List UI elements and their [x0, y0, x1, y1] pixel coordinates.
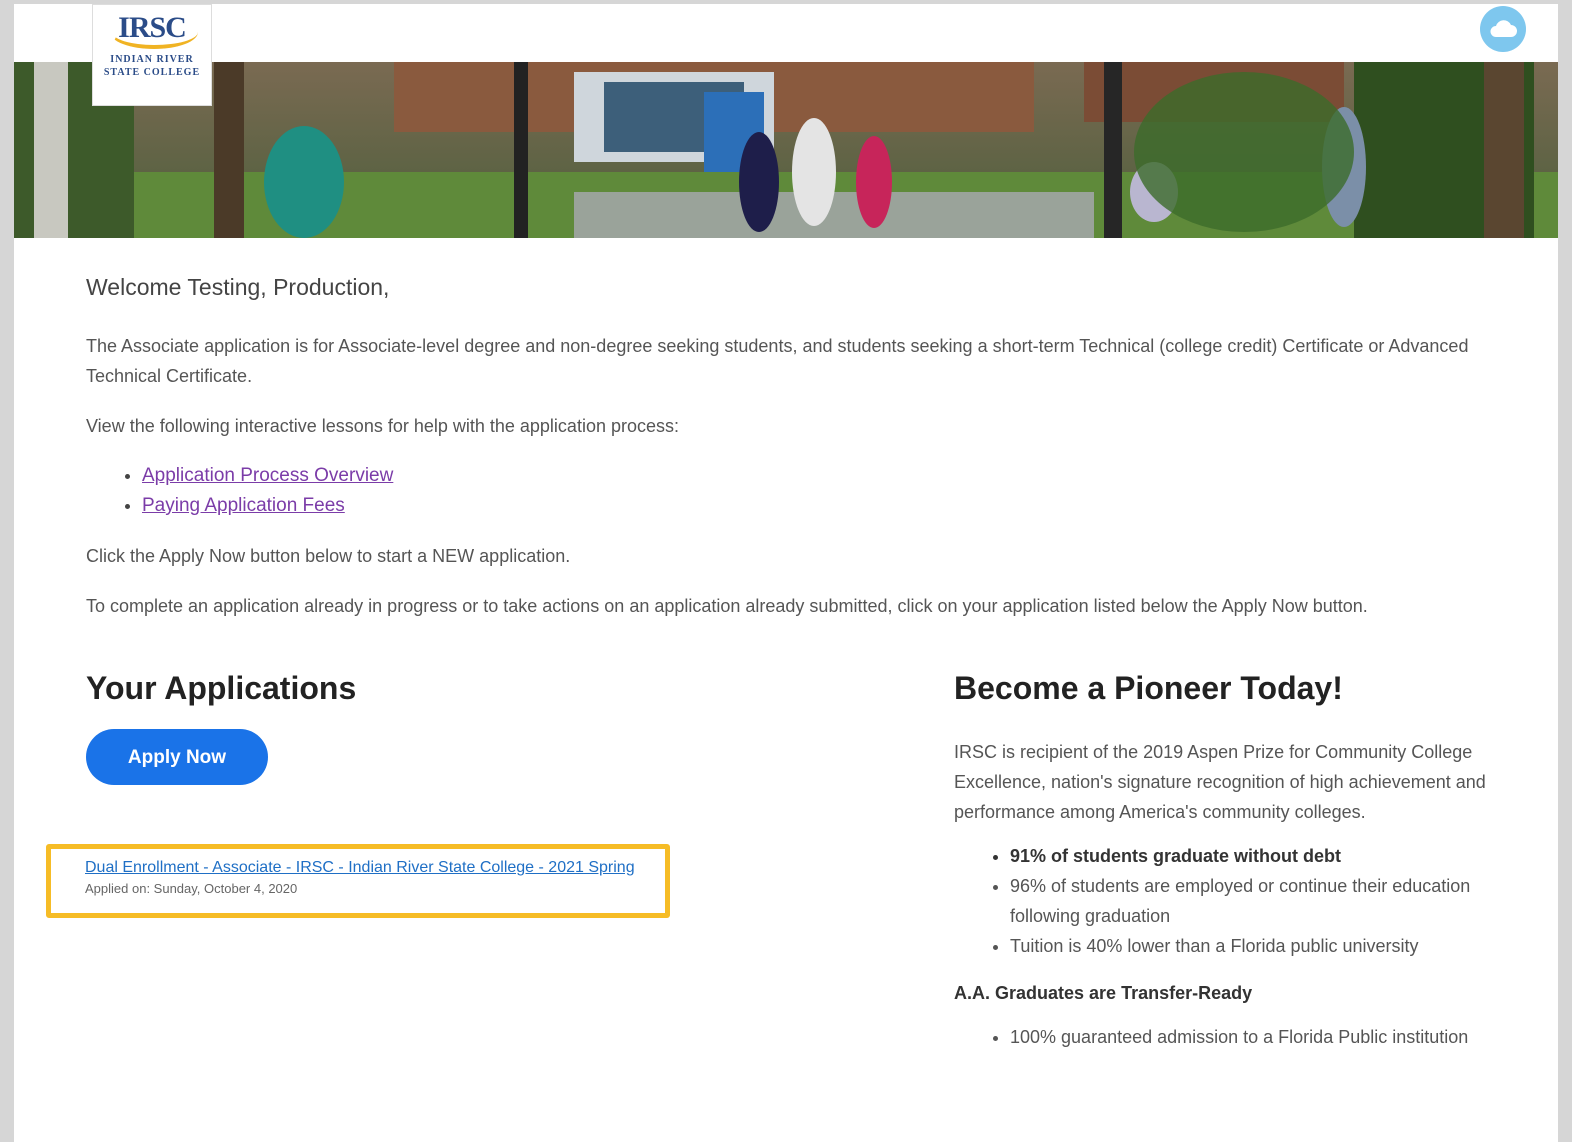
list-item: Application Process Overview [142, 461, 1506, 491]
welcome-message: Welcome Testing, Production, [86, 274, 390, 300]
hero-banner-image [14, 62, 1558, 238]
complete-hint: To complete an application already in pr… [86, 596, 1368, 616]
applications-section: Your Applications Apply Now [86, 670, 686, 785]
application-item-highlight[interactable]: Dual Enrollment - Associate - IRSC - Ind… [46, 844, 670, 918]
lesson-link-application-process[interactable]: Application Process Overview [142, 465, 393, 486]
applications-heading: Your Applications [86, 670, 357, 706]
transfer-ready-heading: A.A. Graduates are Transfer-Ready [954, 983, 1253, 1003]
intro-section: Welcome Testing, Production, The Associa… [86, 274, 1506, 641]
list-item: 100% guaranteed admission to a Florida P… [1010, 1022, 1514, 1052]
apply-now-button[interactable]: Apply Now [86, 729, 268, 785]
application-applied-date: Applied on: Sunday, October 4, 2020 [85, 881, 298, 896]
irsc-logo[interactable]: IRSC INDIAN RIVER STATE COLLEGE [92, 4, 212, 106]
list-item: 91% of students graduate without debt [1010, 841, 1514, 871]
apply-hint: Click the Apply Now button below to star… [86, 546, 571, 566]
logo-line-1: INDIAN RIVER [110, 54, 194, 65]
lessons-list: Application Process Overview Paying Appl… [86, 461, 1506, 521]
cloud-icon[interactable] [1480, 6, 1526, 52]
pioneer-bullets: 91% of students graduate without debt 96… [954, 841, 1514, 961]
pioneer-section: Become a Pioneer Today! IRSC is recipien… [954, 670, 1514, 1052]
intro-text: The Associate application is for Associa… [86, 336, 1469, 386]
list-item: 96% of students are employed or continue… [1010, 871, 1514, 931]
list-item: Paying Application Fees [142, 491, 1506, 521]
cloud-glyph [1490, 20, 1517, 37]
lessons-intro: View the following interactive lessons f… [86, 416, 679, 436]
page: IRSC INDIAN RIVER STATE COLLEGE Welcome … [14, 4, 1558, 1142]
pioneer-text: IRSC is recipient of the 2019 Aspen Priz… [954, 742, 1486, 822]
logo-line-2: STATE COLLEGE [103, 67, 201, 78]
pioneer-heading: Become a Pioneer Today! [954, 670, 1343, 706]
transfer-bullets: 100% guaranteed admission to a Florida P… [954, 1022, 1514, 1052]
top-bar [14, 4, 1558, 62]
logo-mark: IRSC [110, 11, 198, 49]
application-link[interactable]: Dual Enrollment - Associate - IRSC - Ind… [85, 859, 665, 877]
lesson-link-paying-fees[interactable]: Paying Application Fees [142, 495, 345, 516]
list-item: Tuition is 40% lower than a Florida publ… [1010, 931, 1514, 961]
